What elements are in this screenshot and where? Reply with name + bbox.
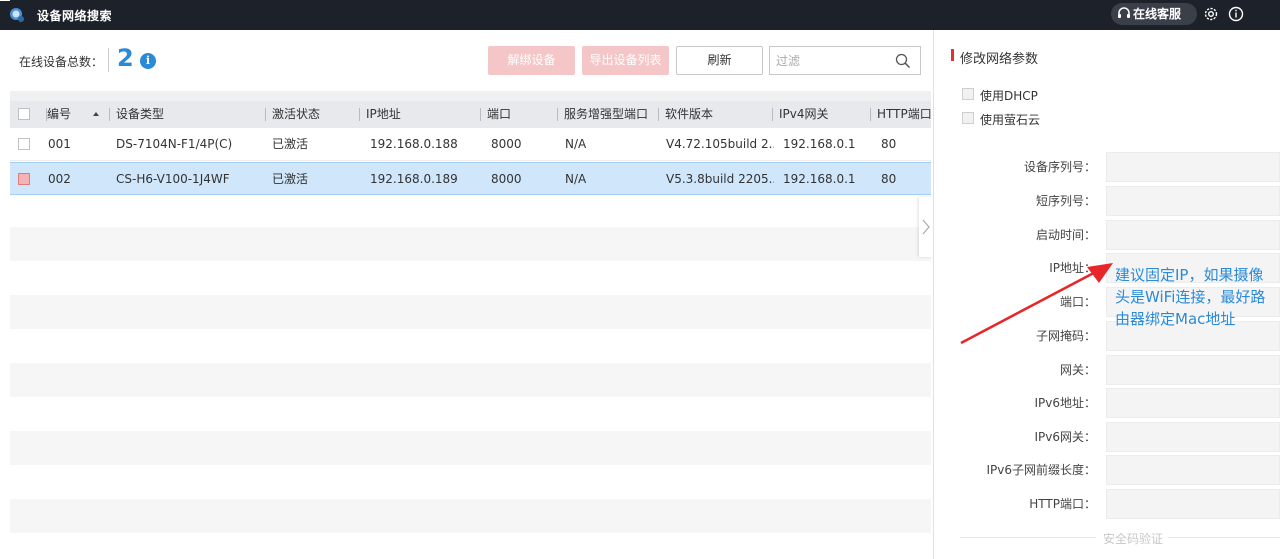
ipv6-prefix-label: IPv6子网前缀长度： [986, 463, 1096, 477]
window-title: 设备网络搜索 [37, 9, 113, 23]
cell-gateway: 192.168.0.1 [783, 137, 856, 151]
col-header-id[interactable]: 编号 [47, 101, 71, 128]
minimize-button[interactable] [0, 0, 10, 1]
cell-port: 8000 [491, 172, 522, 186]
http-port-label: HTTP端口： [1029, 497, 1096, 511]
online-total-label: 在线设备总数： [19, 55, 104, 69]
ipv6-gateway-field[interactable] [1106, 422, 1280, 452]
search-icon[interactable] [895, 53, 911, 69]
ipv6-address-field[interactable] [1106, 388, 1280, 418]
cell-ip: 192.168.0.189 [370, 172, 458, 186]
use-dhcp-checkbox[interactable] [962, 88, 974, 100]
use-cloud-checkbox[interactable] [962, 112, 974, 124]
title-bar: 设备网络搜索 在线客服 [0, 0, 1280, 30]
select-all-checkbox[interactable] [18, 108, 30, 120]
table-row[interactable]: 001 DS-7104N-F1/4P(C) 已激活 192.168.0.188 … [10, 128, 931, 161]
cell-status: 已激活 [272, 172, 309, 186]
empty-row [10, 363, 931, 397]
cell-gateway: 192.168.0.1 [783, 172, 856, 186]
col-header-activation-status[interactable]: 激活状态 [265, 108, 359, 121]
settings-gear-icon[interactable] [1202, 5, 1220, 23]
cell-port: 8000 [491, 137, 522, 151]
col-header-port[interactable]: 端口 [480, 108, 558, 121]
use-cloud-label: 使用萤石云 [980, 113, 1041, 127]
col-header-ip-address[interactable]: IP地址 [359, 108, 480, 121]
annotation-note: 建议固定IP，如果摄像头是WiFi连接，最好路由器绑定Mac地址 [1115, 266, 1266, 328]
sort-ascending-icon[interactable] [93, 112, 99, 116]
refresh-button[interactable]: 刷新 [676, 46, 763, 75]
divider [108, 48, 109, 72]
short-serial-field[interactable] [1106, 186, 1280, 216]
use-dhcp-label: 使用DHCP [980, 89, 1038, 103]
row-checkbox[interactable] [18, 173, 30, 185]
col-header-enhanced-port[interactable]: 服务增强型端口 [557, 108, 658, 121]
cell-device-type: DS-7104N-F1/4P(C) [116, 137, 233, 151]
ipv6-gateway-label: IPv6网关： [1034, 430, 1096, 444]
empty-row [10, 499, 931, 533]
filter-box [769, 46, 921, 75]
unbind-device-button[interactable]: 解绑设备 [488, 46, 575, 75]
start-time-label: 启动时间： [1035, 228, 1096, 242]
row-checkbox[interactable] [18, 138, 30, 150]
cell-enhanced-port: N/A [565, 172, 587, 186]
ipv6-address-label: IPv6地址： [1034, 396, 1096, 410]
filter-input[interactable] [770, 47, 888, 74]
cell-version: V5.3.8build 2205... [666, 172, 774, 186]
app-logo-icon [10, 8, 24, 22]
cell-id: 002 [48, 172, 71, 186]
divider [960, 537, 1096, 538]
cell-http-port: 80 [881, 137, 897, 151]
cell-ip: 192.168.0.188 [370, 137, 458, 151]
col-header-http-port[interactable]: HTTP端口 [870, 108, 931, 121]
col-header-ipv4-gateway[interactable]: IPv4网关 [772, 108, 870, 121]
col-header-software-version[interactable]: 软件版本 [658, 108, 772, 121]
cell-id: 001 [48, 137, 71, 151]
headset-icon [1118, 7, 1130, 18]
cell-device-type: CS-H6-V100-1J4WF [116, 172, 230, 186]
col-header-device-type[interactable]: 设备类型 [109, 108, 266, 121]
gateway-field[interactable] [1106, 355, 1280, 385]
http-port-field[interactable] [1106, 489, 1280, 519]
export-device-list-button[interactable]: 导出设备列表 [582, 46, 669, 75]
chevron-right-icon [922, 219, 930, 235]
start-time-field[interactable] [1106, 220, 1280, 250]
customer-service-label: 在线客服 [1133, 7, 1182, 21]
security-code-verify-link[interactable]: 安全码验证 [1103, 530, 1163, 547]
panel-title: 修改网络参数 [960, 52, 1039, 67]
empty-row [10, 295, 931, 329]
table-row-selected[interactable]: 002 CS-H6-V100-1J4WF 已激活 192.168.0.189 8… [10, 162, 931, 195]
serial-label: 设备序列号： [1023, 160, 1096, 174]
online-total-count: 2 [117, 44, 134, 72]
collapse-panel-toggle[interactable] [919, 197, 933, 257]
short-serial-label: 短序列号： [1035, 194, 1096, 208]
table-top-strip [10, 91, 931, 101]
use-dhcp-option[interactable]: 使用DHCP [962, 87, 1038, 104]
use-cloud-option[interactable]: 使用萤石云 [962, 111, 1040, 128]
section-marker [951, 49, 954, 61]
annotation-arrow [960, 263, 1113, 345]
customer-service-button[interactable]: 在线客服 [1111, 3, 1197, 25]
info-icon[interactable]: i [140, 53, 156, 69]
cell-http-port: 80 [881, 172, 897, 186]
divider [1168, 537, 1280, 538]
empty-row [10, 227, 931, 261]
gateway-label: 网关： [1059, 363, 1096, 377]
cell-version: V4.72.105build 2... [666, 137, 774, 151]
empty-row [10, 431, 931, 465]
about-info-icon[interactable] [1227, 5, 1245, 23]
cell-enhanced-port: N/A [565, 137, 587, 151]
serial-field[interactable] [1106, 152, 1280, 182]
ipv6-prefix-field[interactable] [1106, 455, 1280, 485]
table-header: 编号 设备类型 激活状态 IP地址 端口 服务增强型端口 软件版本 IPv4网关… [10, 101, 931, 128]
cell-status: 已激活 [272, 137, 309, 151]
